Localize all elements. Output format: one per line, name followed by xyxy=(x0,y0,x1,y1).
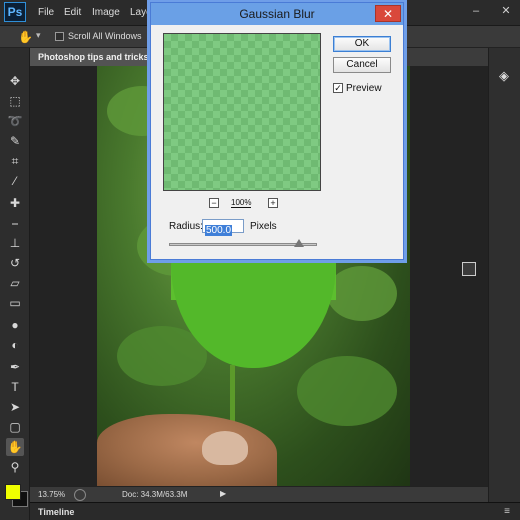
brush-icon[interactable]: ⎯ xyxy=(6,214,24,232)
menu-image[interactable]: Image xyxy=(92,7,120,18)
background-foliage xyxy=(327,266,397,321)
blur-preview-pane[interactable] xyxy=(163,33,321,191)
eyedropper-icon[interactable]: ⁄ xyxy=(6,172,24,190)
document-tab-title: Photoshop tips and tricks ( xyxy=(38,52,155,62)
stamp-icon[interactable]: ⊥ xyxy=(6,234,24,252)
zoom-in-icon[interactable]: + xyxy=(268,198,278,208)
move-icon[interactable]: ✥ xyxy=(6,72,24,90)
menu-file[interactable]: File xyxy=(38,7,54,18)
timeline-tab[interactable]: Timeline xyxy=(38,507,74,517)
healing-icon[interactable]: ✚ xyxy=(6,194,24,212)
preview-zoom-value: 100% xyxy=(231,198,252,208)
type-icon[interactable]: T xyxy=(6,378,24,396)
menu-layer[interactable]: Laye xyxy=(130,7,152,18)
shape-icon[interactable]: ▢ xyxy=(6,418,24,436)
zoom-icon[interactable]: ⚲ xyxy=(6,458,24,476)
layers-panel-icon[interactable]: ◈ xyxy=(496,68,512,84)
preview-label: Preview xyxy=(346,83,382,94)
cancel-button[interactable]: Cancel xyxy=(333,57,391,73)
lasso-icon[interactable]: ➰ xyxy=(6,112,24,130)
history-brush-icon[interactable]: ↺ xyxy=(6,254,24,272)
status-info-icon xyxy=(74,489,86,501)
zoom-out-icon[interactable]: − xyxy=(209,198,219,208)
panel-menu-icon[interactable]: ≡ xyxy=(504,506,510,517)
status-menu-arrow-icon[interactable]: ▶ xyxy=(220,489,226,498)
radius-label: Radius: xyxy=(169,221,203,232)
blur-icon[interactable]: ● xyxy=(6,316,24,334)
hand-tool-icon[interactable]: ✋ xyxy=(18,30,34,44)
radius-input[interactable]: 500.0 xyxy=(202,219,244,236)
radius-value: 500.0 xyxy=(205,225,233,236)
dialog-titlebar[interactable]: Gaussian Blur ✕ xyxy=(151,3,403,25)
dialog-close-icon[interactable]: ✕ xyxy=(375,5,401,22)
zoom-level[interactable]: 13.75% xyxy=(38,490,65,499)
dialog-title: Gaussian Blur xyxy=(239,7,315,21)
dodge-icon[interactable]: ◐ xyxy=(6,336,24,354)
panel-resize-handle[interactable] xyxy=(462,262,476,276)
photoshop-logo: Ps xyxy=(4,2,26,22)
background-foliage xyxy=(297,356,397,426)
path-select-icon[interactable]: ➤ xyxy=(6,398,24,416)
tools-panel: ✥ ⬚ ➰ ✎ ⌗ ⁄ ✚ ⎯ ⊥ ↺ ▱ ▭ ● ◐ ✒ T ➤ ▢ ✋ ⚲ xyxy=(0,48,30,520)
scroll-all-windows-checkbox[interactable] xyxy=(55,32,64,41)
gradient-icon[interactable]: ▭ xyxy=(6,294,24,312)
document-tab[interactable]: Photoshop tips and tricks ( xyxy=(30,48,154,66)
radius-unit-label: Pixels xyxy=(250,221,277,232)
ok-button[interactable]: OK xyxy=(333,36,391,52)
hand-icon[interactable]: ✋ xyxy=(6,438,24,456)
minimize-icon[interactable]: – xyxy=(470,5,482,17)
crop-icon[interactable]: ⌗ xyxy=(6,152,24,170)
preview-checkbox[interactable]: ✓ xyxy=(333,83,343,93)
radius-slider-thumb[interactable] xyxy=(294,239,305,247)
close-window-icon[interactable]: ✕ xyxy=(500,5,512,17)
gaussian-blur-dialog: Gaussian Blur ✕ − 100% + OK Cancel ✓ Pre… xyxy=(150,2,404,260)
eraser-icon[interactable]: ▱ xyxy=(6,274,24,292)
foreground-color-swatch[interactable] xyxy=(5,484,21,500)
tool-preset-chevron-icon[interactable]: ▾ xyxy=(36,30,41,41)
document-size: Doc: 34.3M/63.3M xyxy=(122,490,188,499)
thumb xyxy=(202,431,248,465)
menu-edit[interactable]: Edit xyxy=(64,7,81,18)
pen-icon[interactable]: ✒ xyxy=(6,358,24,376)
timeline-panel: Timeline ≡ xyxy=(30,502,520,520)
scroll-all-windows-label: Scroll All Windows xyxy=(68,31,142,41)
right-panel-dock xyxy=(488,48,520,520)
marquee-icon[interactable]: ⬚ xyxy=(6,92,24,110)
status-bar: 13.75% Doc: 34.3M/63.3M ▶ xyxy=(30,486,488,502)
quick-select-icon[interactable]: ✎ xyxy=(6,132,24,150)
